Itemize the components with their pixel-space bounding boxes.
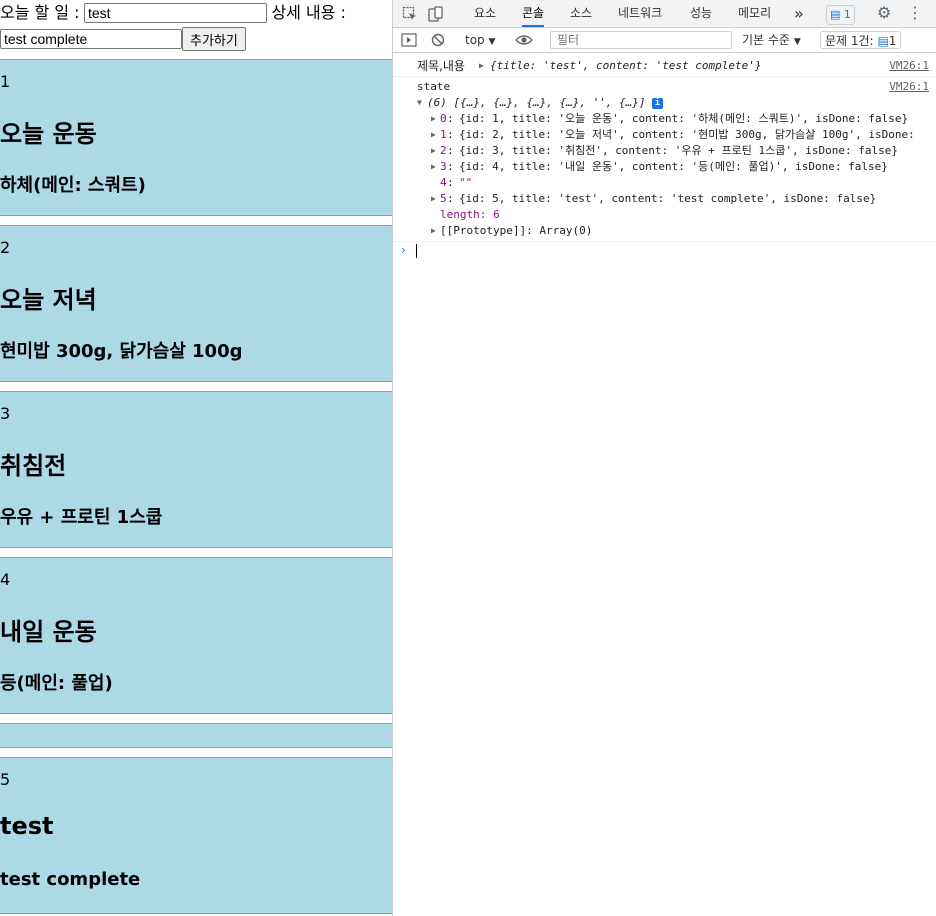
- source-link[interactable]: VM26:1: [889, 58, 929, 74]
- todo-card: 2 오늘 저녁 현미밥 300g, 닭가슴살 100g: [0, 225, 392, 382]
- expand-arrow-icon[interactable]: ▶: [479, 58, 489, 74]
- title-input[interactable]: [83, 3, 267, 23]
- array-summary: (6) [{…}, {…}, {…}, {…}, '', {…}]: [427, 96, 646, 109]
- add-button[interactable]: 추가하기: [182, 27, 246, 51]
- todo-title: test: [0, 812, 54, 840]
- clear-console-icon[interactable]: [431, 33, 445, 50]
- entry-value: {id: 3, title: '취침전', content: '우유 + 프로틴…: [459, 144, 898, 157]
- array-prototype[interactable]: ▶ [[Prototype]]: Array(0): [393, 223, 936, 242]
- eye-icon[interactable]: [515, 33, 533, 50]
- todo-card-empty: [0, 723, 392, 748]
- settings-gear-icon[interactable]: ⚙: [877, 5, 891, 21]
- tab-memory[interactable]: 메모리: [738, 0, 771, 27]
- todo-content: test complete: [0, 869, 141, 890]
- sidebar-toggle-icon[interactable]: [401, 33, 417, 50]
- log-label: 제목,내용: [417, 59, 465, 73]
- todo-id: 2: [0, 238, 11, 257]
- device-toolbar-icon[interactable]: [428, 6, 444, 25]
- context-value: top: [465, 33, 485, 47]
- prototype-value: [[Prototype]]: Array(0): [440, 224, 593, 237]
- todo-id: 4: [0, 570, 11, 589]
- tab-console[interactable]: 콘솔: [522, 0, 545, 27]
- message-icon: ▤: [877, 34, 889, 48]
- entry-index: 5: [440, 192, 447, 205]
- content-input[interactable]: [0, 29, 182, 49]
- entry-value: {id: 1, title: '오늘 운동', content: '하체(메인:…: [459, 112, 909, 125]
- todo-content: 하체(메인: 스쿼트): [0, 175, 146, 196]
- tab-performance[interactable]: 성능: [690, 0, 712, 27]
- source-link[interactable]: VM26:1: [889, 79, 929, 95]
- devtools-tabbar: 요소 콘솔 소스 네트워크 성능 메모리 » ▤ 1 ⚙ ⋮: [393, 0, 936, 28]
- entry-index: 4: [440, 176, 447, 189]
- issues-count: 1: [888, 34, 897, 48]
- todo-content: 등(메인: 풀업): [0, 673, 113, 694]
- console-prompt-icon: ›: [401, 243, 406, 257]
- log-levels-value: 기본 수준: [742, 33, 790, 47]
- entry-value: {id: 4, title: '내일 운동', content: '등(메인: …: [459, 160, 888, 173]
- entry-value: {id: 2, title: '오늘 저녁', content: '현미밥 30…: [459, 128, 915, 141]
- todo-title: 내일 운동: [0, 618, 97, 646]
- collapse-arrow-icon[interactable]: ▼: [417, 95, 427, 111]
- log-label: state: [417, 80, 451, 93]
- todo-title: 오늘 운동: [0, 120, 97, 148]
- context-selector[interactable]: top ▼: [465, 32, 495, 50]
- chevron-down-icon: ▼: [793, 37, 801, 47]
- devtools-panel: 요소 콘솔 소스 네트워크 성능 메모리 » ▤ 1 ⚙ ⋮ top ▼ 기본 …: [392, 0, 936, 916]
- console-toolbar: top ▼ 기본 수준 ▼ 문제 1건: ▤1: [393, 28, 936, 53]
- entry-index: 0: [440, 112, 447, 125]
- filter-input[interactable]: [550, 31, 732, 49]
- message-icon: ▤: [830, 8, 841, 21]
- todo-title: 오늘 저녁: [0, 286, 97, 314]
- tab-network[interactable]: 네트워크: [618, 0, 662, 27]
- todo-app: 오늘 할 일 : 상세 내용 : 추가하기 1 오늘 운동 하체(메인: 스쿼트…: [0, 0, 392, 916]
- entry-value: "": [459, 176, 473, 189]
- form-row-title: 오늘 할 일 : 상세 내용 :: [0, 3, 346, 23]
- entry-index: 3: [440, 160, 447, 173]
- info-icon[interactable]: i: [652, 98, 663, 109]
- todo-content: 현미밥 300g, 닭가슴살 100g: [0, 341, 243, 362]
- entry-index: 2: [440, 144, 447, 157]
- issues-label: 문제 1건:: [825, 34, 874, 48]
- issues-button[interactable]: 문제 1건: ▤1: [820, 31, 902, 49]
- todo-card: 3 취침전 우유 + 프로틴 1스쿱: [0, 391, 392, 548]
- entry-index: 1: [440, 128, 447, 141]
- inspect-element-icon[interactable]: [402, 6, 418, 25]
- chevron-down-icon: ▼: [488, 37, 496, 47]
- tab-sources[interactable]: 소스: [570, 0, 592, 27]
- todo-card: 5 test test complete: [0, 757, 392, 914]
- tab-elements[interactable]: 요소: [474, 0, 496, 27]
- entry-value: {id: 5, title: 'test', content: 'test co…: [459, 192, 877, 205]
- todo-card: 4 내일 운동 등(메인: 풀업): [0, 557, 392, 714]
- messages-button[interactable]: ▤ 1: [826, 5, 855, 25]
- console-input-caret[interactable]: [416, 244, 417, 258]
- length-value: length: 6: [440, 208, 500, 221]
- todo-title: 취침전: [0, 452, 67, 480]
- log-levels-dropdown[interactable]: 기본 수준 ▼: [742, 32, 801, 50]
- more-options-icon[interactable]: ⋮: [907, 5, 923, 21]
- more-tabs-button[interactable]: »: [794, 0, 804, 27]
- todo-card: 1 오늘 운동 하체(메인: 스쿼트): [0, 59, 392, 216]
- todo-content: 우유 + 프로틴 1스쿱: [0, 507, 163, 528]
- todo-id: 5: [0, 770, 11, 789]
- log-object[interactable]: {title: 'test', content: 'test complete'…: [490, 58, 762, 74]
- todo-id: 3: [0, 404, 11, 423]
- console-log-entry: 제목,내용 ▶ {title: 'test', content: 'test c…: [393, 58, 936, 77]
- content-label: 상세 내용 :: [271, 3, 346, 22]
- title-label: 오늘 할 일 :: [0, 3, 80, 22]
- todo-id: 1: [0, 72, 11, 91]
- messages-count: 1: [843, 8, 851, 21]
- form-row-content: 추가하기: [0, 27, 246, 51]
